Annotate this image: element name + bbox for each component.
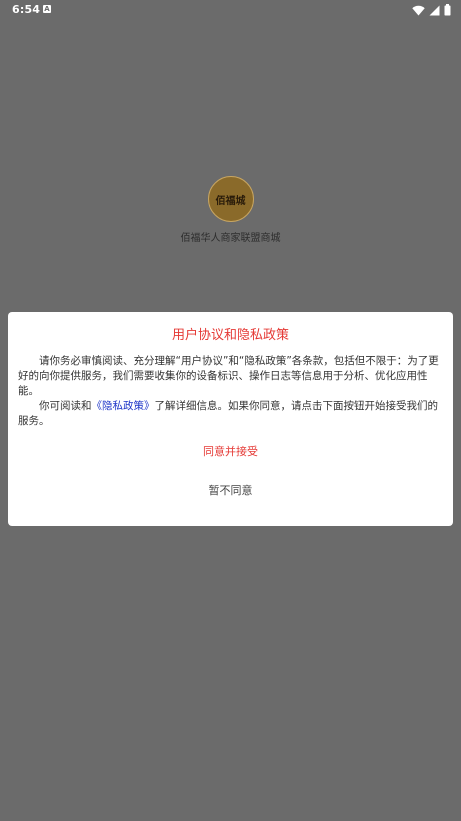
paragraph-2-prefix: 你可阅读和	[39, 400, 92, 412]
splash-screen: 佰福城 佰福华人商家联盟商城	[0, 176, 461, 244]
app-logo: 佰福城	[207, 176, 254, 222]
status-time: 6:54	[12, 3, 41, 16]
logo-text: 佰福城	[215, 195, 246, 207]
app-name: 佰福华人商家联盟商城	[180, 233, 281, 244]
status-bar: 6:54 A	[0, 0, 461, 20]
dialog-title: 用户协议和隐私政策	[171, 328, 289, 343]
privacy-policy-link[interactable]: 《隐私政策》	[92, 400, 155, 412]
dialog-paragraph-2: 你可阅读和《隐私政策》了解详细信息。如果你同意，请点击下面按钮开始接受我们的服务…	[18, 399, 443, 429]
dialog-body: 请你务必审慎阅读、充分理解“用户协议”和“隐私政策”各条款，包括但不限于：为了更…	[18, 354, 443, 429]
dialog-paragraph-1: 请你务必审慎阅读、充分理解“用户协议”和“隐私政策”各条款，包括但不限于：为了更…	[18, 355, 439, 397]
privacy-dialog: 用户协议和隐私政策 请你务必审慎阅读、充分理解“用户协议”和“隐私政策”各条款，…	[8, 312, 453, 526]
signal-icon	[429, 5, 440, 15]
battery-icon	[444, 4, 451, 16]
decline-button[interactable]: 暂不同意	[151, 483, 311, 499]
system-icons	[412, 3, 451, 17]
agree-button[interactable]: 同意并接受	[151, 444, 311, 460]
notification-icon: A	[43, 5, 51, 13]
wifi-icon	[412, 5, 425, 15]
